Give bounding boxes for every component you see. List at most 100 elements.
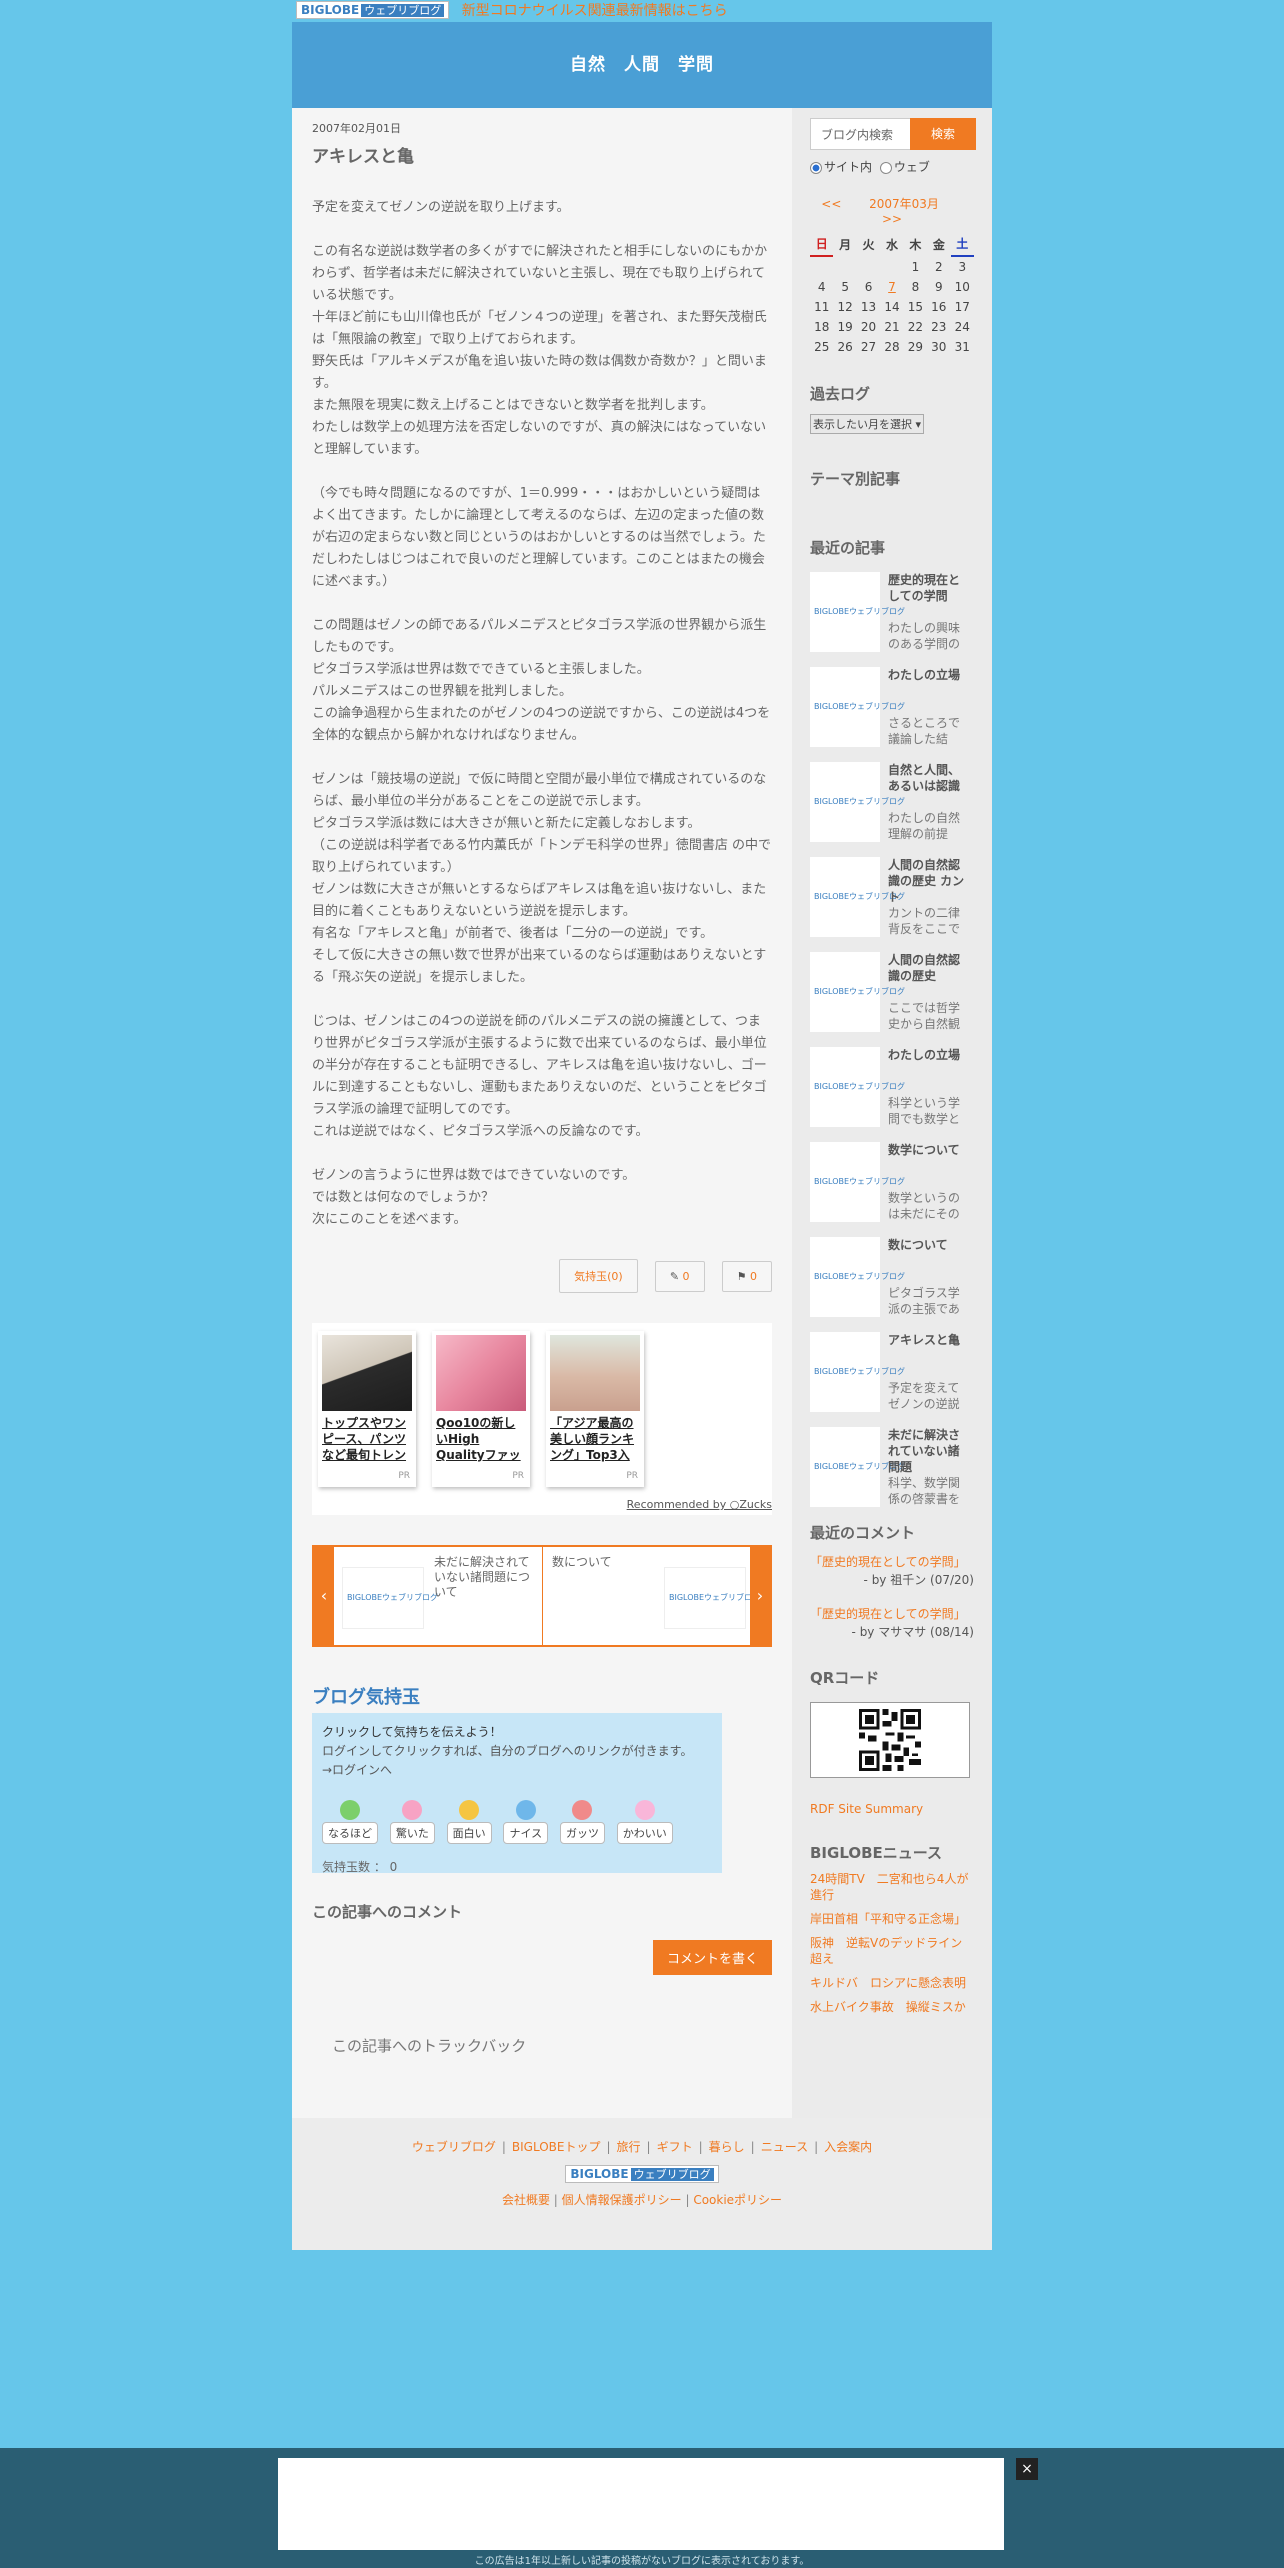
recent-post-item[interactable]: BIGLOBEウェブリブログ わたしの立場 科学という学問でも数学と — [810, 1047, 974, 1129]
recent-post-item[interactable]: BIGLOBEウェブリブログ 数学について 数学というのは未だにその — [810, 1142, 974, 1224]
news-link[interactable]: 24時間TV 二宮和也ら4人が進行 — [810, 1871, 974, 1903]
news-link[interactable]: キルドバ ロシアに懸念表明 — [810, 1975, 974, 1991]
calendar-month[interactable]: 2007年03月 — [869, 197, 939, 211]
close-ad-icon[interactable]: × — [1016, 2458, 1038, 2480]
recent-comment-link[interactable]: 「歴史的現在としての学問」 — [810, 1555, 966, 1569]
footer-link[interactable]: 旅行 — [617, 2140, 641, 2154]
footer-link[interactable]: 暮らし — [709, 2140, 745, 2154]
kimochi-guts[interactable]: ガッツ — [559, 1800, 605, 1844]
recent-post-thumb[interactable]: BIGLOBEウェブリブログ — [810, 952, 905, 1032]
recent-post-thumb[interactable]: BIGLOBEウェブリブログ — [810, 1142, 905, 1222]
kimochi-odoroita[interactable]: 驚いた — [389, 1800, 435, 1844]
footer-policy-link[interactable]: Cookieポリシー — [693, 2193, 782, 2207]
footer-link[interactable]: BIGLOBEトップ — [512, 2140, 601, 2154]
calendar-day[interactable]: 7 — [880, 277, 903, 297]
blog-title[interactable]: 自然 人間 学問 — [570, 55, 714, 75]
search-form: ブログ内検索 検索 — [810, 118, 976, 154]
calendar-prev[interactable]: << — [821, 197, 841, 211]
footer-policy-link[interactable]: 個人情報保護ポリシー — [562, 2193, 682, 2207]
recent-post-item[interactable]: BIGLOBEウェブリブログ 自然と人間、あるいは認識 わたしの自然理解の前提 — [810, 762, 974, 844]
recent-post-thumb[interactable]: BIGLOBEウェブリブログ — [810, 1427, 905, 1507]
calendar-day: 18 — [814, 320, 830, 334]
recent-post-title[interactable]: 未だに解決されていない諸問題 — [888, 1427, 968, 1475]
recent-post-title[interactable]: わたしの立場 — [888, 1047, 968, 1063]
footer-link[interactable]: ニュース — [761, 2140, 808, 2154]
calendar-next[interactable]: >> — [882, 212, 902, 226]
news-link[interactable]: 水上バイク事故 操縦ミスか — [810, 1999, 974, 2015]
recent-post-item[interactable]: BIGLOBEウェブリブログ 数について ピタゴラス学派の主張であ — [810, 1237, 974, 1319]
login-link[interactable]: →ログインへ — [322, 1761, 712, 1778]
trackback-button[interactable]: ⚑ 0 — [721, 1261, 772, 1292]
trackback-heading: この記事へのトラックバック — [332, 2037, 527, 2055]
recent-post-title[interactable]: 数学について — [888, 1142, 968, 1158]
footer-link[interactable]: ウェブリブログ — [412, 2140, 496, 2154]
recent-post-thumb[interactable]: BIGLOBEウェブリブログ — [810, 572, 905, 652]
recent-post-title[interactable]: 歴史的現在としての学問 — [888, 572, 968, 604]
footer-link[interactable]: 入会案内 — [824, 2140, 872, 2154]
recent-post-title[interactable]: わたしの立場 — [888, 667, 968, 683]
write-comment-button[interactable]: コメントを書く — [652, 1940, 772, 1975]
biglobe-logo[interactable]: BIGLOBE ウェブリブログ — [296, 1, 450, 19]
recent-post-thumb[interactable]: BIGLOBEウェブリブログ — [810, 857, 905, 937]
blog-page: 自然 人間 学問 2007年02月01日 アキレスと亀 予定を変えてゼノンの逆説… — [292, 22, 992, 2250]
archive-month-select[interactable]: 表示したい月を選択 ▾ — [810, 414, 925, 434]
recent-post-title[interactable]: 自然と人間、あるいは認識 — [888, 762, 968, 794]
kimochi-kawaii[interactable]: かわいい — [616, 1800, 673, 1844]
post-paragraph: この有名な逆説は数学者の多くがすでに解決されたと相手にしないのにもかかわらず、哲… — [312, 244, 768, 457]
footer-link[interactable]: ギフト — [657, 2140, 693, 2154]
recent-post-item[interactable]: BIGLOBEウェブリブログ わたしの立場 さるところで議論した結 — [810, 667, 974, 749]
ad-card[interactable]: トップスやワンピース、パンツなど最旬トレンドアイテム PR — [318, 1331, 416, 1487]
radio-web[interactable] — [879, 161, 892, 174]
search-button[interactable]: 検索 — [910, 118, 976, 150]
recent-post-thumb[interactable]: BIGLOBEウェブリブログ — [810, 762, 905, 842]
search-input[interactable]: ブログ内検索 — [810, 118, 914, 150]
next-post-link[interactable]: 数について — [552, 1555, 652, 1570]
news-list: 24時間TV 二宮和也ら4人が進行岸田首相「平和守る正念場」阪神 逆転Vのデッド… — [810, 1871, 974, 2015]
post-actions: 気持玉(0) ✎ 0 ⚑ 0 — [312, 1259, 772, 1293]
qr-heading: QRコード — [810, 1669, 880, 1687]
footer-logo[interactable]: BIGLOBE ウェブリブログ — [565, 2165, 719, 2183]
ad-card[interactable]: Qoo10の新しいHigh Qualityファッションサービス PR — [432, 1331, 530, 1487]
kawaii-icon — [634, 1800, 655, 1820]
post-title[interactable]: アキレスと亀 — [312, 142, 772, 167]
recent-post-thumb[interactable]: BIGLOBEウェブリブログ — [810, 1332, 905, 1412]
recent-comment-link[interactable]: 「歴史的現在としての学問」 — [810, 1607, 966, 1621]
kimochi-naruhodo[interactable]: なるほど — [322, 1800, 378, 1844]
recent-post-title[interactable]: 人間の自然認識の歴史 — [888, 952, 968, 984]
recommended-by-link[interactable]: Recommended by ○Zucks — [627, 1498, 772, 1511]
calendar-weekday: 土 — [950, 232, 974, 257]
news-link[interactable]: 岸田首相「平和守る正念場」 — [810, 1911, 974, 1927]
news-link[interactable]: 阪神 逆転Vのデッドライン超え — [810, 1935, 974, 1967]
kimochi-button[interactable]: 気持玉(0) — [559, 1259, 638, 1293]
kimochi-omoshiroi[interactable]: 面白い — [446, 1800, 492, 1844]
recent-post-thumb[interactable]: BIGLOBEウェブリブログ — [810, 667, 905, 747]
radio-site[interactable] — [810, 161, 822, 174]
covid-notice-link[interactable]: 新型コロナウイルス関連最新情報はこちら — [462, 3, 728, 19]
comments-button[interactable]: ✎ 0 — [654, 1261, 705, 1292]
recent-post-item[interactable]: BIGLOBEウェブリブログ 歴史的現在としての学問 わたしの興味のある学問の — [810, 572, 974, 654]
prev-post-link[interactable]: 未だに解決されていない諸問題について — [434, 1555, 534, 1600]
recent-post-title[interactable]: 数について — [888, 1237, 968, 1253]
ad-image — [436, 1335, 526, 1411]
rdf-link[interactable]: RDF Site Summary — [810, 1802, 974, 1816]
bottom-ad-slot[interactable] — [278, 2458, 1004, 2550]
recent-post-item[interactable]: BIGLOBEウェブリブログ 未だに解決されていない諸問題 科学、数学関係の啓蒙書を — [810, 1427, 974, 1509]
post-navigation: ‹ BIGLOBEウェブリブログ 未だに解決されていない諸問題について 数につい… — [312, 1545, 772, 1647]
calendar-day: 4 — [817, 280, 826, 294]
calendar-day: 13 — [860, 300, 877, 314]
ad-card[interactable]: 「アジア最高の美しい顔ランキング」Top3入り PR — [546, 1331, 644, 1487]
recent-post-thumb[interactable]: BIGLOBEウェブリブログ — [810, 1047, 905, 1127]
next-post-thumb[interactable]: BIGLOBEウェブリブログ — [664, 1567, 760, 1629]
recent-post-item[interactable]: BIGLOBEウェブリブログ 人間の自然認識の歴史 ここでは哲学史から自然観 — [810, 952, 974, 1034]
recent-post-item[interactable]: BIGLOBEウェブリブログ 人間の自然認識の歴史 カント カントの二律背反をここで — [810, 857, 974, 939]
prev-arrow-icon[interactable]: ‹ — [314, 1547, 334, 1645]
kimochi-nice[interactable]: ナイス — [503, 1800, 549, 1844]
recent-post-title[interactable]: アキレスと亀 — [888, 1332, 968, 1348]
footer-policy-link[interactable]: 会社概要 — [502, 2193, 550, 2207]
recent-post-item[interactable]: BIGLOBEウェブリブログ アキレスと亀 予定を変えてゼノンの逆説 — [810, 1332, 974, 1414]
next-arrow-icon[interactable]: › — [750, 1547, 770, 1645]
recent-post-title[interactable]: 人間の自然認識の歴史 カント — [888, 857, 968, 905]
calendar-weekday: 金 — [932, 237, 945, 252]
recent-post-thumb[interactable]: BIGLOBEウェブリブログ — [810, 1237, 905, 1317]
prev-post-thumb[interactable]: BIGLOBEウェブリブログ — [342, 1567, 438, 1629]
